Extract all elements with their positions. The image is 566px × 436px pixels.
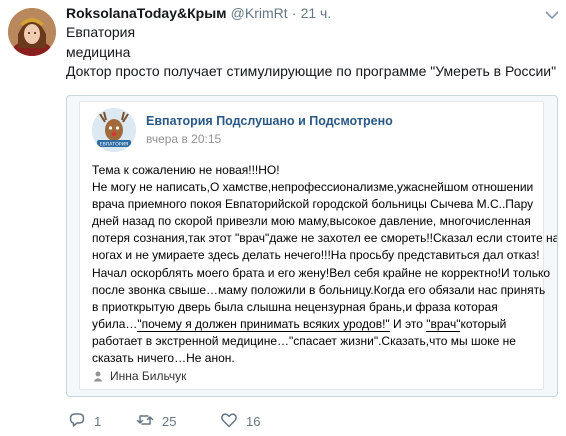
post-line: потеря сознания,так этот "врач"даже не з… (92, 231, 558, 246)
tweet-text-line: Евпатория (66, 24, 136, 40)
retweet-count: 25 (162, 413, 177, 429)
tweet[interactable]: RoksolanaToday&Крым @KrimRt · 21 ч. Евпа… (0, 0, 566, 436)
like-icon (220, 411, 238, 432)
signature-name[interactable]: Инна Бильчук (110, 369, 186, 383)
post-body: Тема к сожалению не новая!!!НО! Не могу … (92, 162, 558, 367)
post-signature[interactable]: Инна Бильчук (92, 369, 186, 383)
author-name[interactable]: RoksolanaToday&Крым (66, 5, 227, 21)
author-avatar[interactable] (8, 8, 56, 56)
group-avatar: ЕВПАТОРИЯ (92, 108, 136, 152)
tweet-header: RoksolanaToday&Крым @KrimRt · 21 ч. (66, 4, 536, 22)
vk-post-card: ЕВПАТОРИЯ Евпатория Подслушано и Подсмот… (79, 101, 558, 390)
tweet-actions: 1 25 16 (66, 410, 466, 432)
like-count: 16 (246, 413, 261, 429)
post-text: который (460, 316, 507, 331)
underlined-quote: "почему я должен принимать всяких уродов… (137, 316, 390, 332)
retweet-button[interactable]: 25 (136, 410, 176, 432)
tweet-text-line: медицина (66, 43, 131, 60)
post-line: сказать ничего…Не анон. (92, 351, 235, 366)
post-line: Не могу не написать,О хамстве,непрофесси… (92, 180, 534, 195)
post-line: ногах и не умираете здесь делать нечего!… (92, 248, 540, 263)
underlined-quote: "врач" (426, 316, 461, 332)
reply-icon (68, 411, 86, 432)
avatar-logo-text: ЕВПАТОРИЯ (100, 142, 128, 148)
post-line: после звонка свыше…маму положили в больн… (92, 282, 546, 297)
post-text: И это (389, 316, 427, 331)
tweet-text: Евпатория медицина Доктор просто получае… (66, 23, 561, 82)
author-handle[interactable]: @KrimRt (231, 5, 288, 21)
reply-button[interactable]: 1 (68, 410, 101, 432)
retweet-icon (136, 411, 154, 432)
tweet-time[interactable]: 21 ч. (301, 5, 332, 21)
post-line: работает в экстренной медицине…"спасает … (92, 333, 516, 348)
post-time: вчера в 20:15 (146, 132, 222, 146)
post-line: врача приемного покоя Евпаторийской горо… (92, 197, 534, 212)
post-line: дней назад по скорой привезли мою маму,в… (92, 214, 531, 229)
post-line: убила…"почему я должен принимать всяких … (92, 316, 537, 333)
post-line: Тема к сожалению не новая!!!НО! (92, 163, 280, 177)
attached-screenshot[interactable]: ЕВПАТОРИЯ Евпатория Подслушано и Подсмот… (66, 95, 558, 397)
group-name[interactable]: Евпатория Подслушано и Подсмотрено (146, 114, 393, 128)
post-line: Начал оскорблять моего брата и его жену!… (92, 265, 551, 280)
chevron-down-icon[interactable] (545, 5, 559, 20)
person-icon (92, 370, 104, 382)
reply-count: 1 (94, 413, 102, 429)
like-button[interactable]: 16 (220, 410, 260, 432)
tweet-text-line: Доктор просто получает стимулирующие по … (66, 63, 557, 79)
separator-dot: · (291, 5, 297, 21)
post-text: убила… (92, 316, 138, 331)
post-line: в приоткрытую дверь была слышна нецензур… (92, 299, 498, 314)
